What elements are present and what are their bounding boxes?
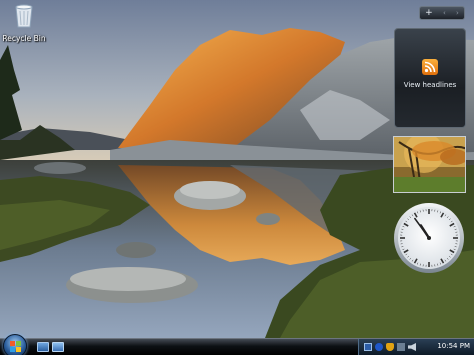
volume-icon[interactable] [408,343,416,351]
taskbar: 10:54 PM [0,334,474,355]
slideshow-image [394,137,465,192]
language-icon[interactable] [364,343,372,351]
desktop-icon-recycle-bin[interactable]: Recycle Bin [2,2,46,43]
add-gadget-button[interactable]: + [425,8,433,18]
clock-center [427,236,431,240]
notification-area: 10:54 PM [358,339,474,355]
sidebar-controls: + ‹ › [419,6,465,20]
view-headlines-link[interactable]: View headlines [395,81,465,89]
taskbar-clock[interactable]: 10:54 PM [437,342,470,350]
clock-gadget[interactable] [393,202,465,274]
switch-windows-icon[interactable] [52,342,64,352]
security-shield-icon[interactable] [386,343,394,351]
start-button[interactable] [3,334,27,355]
desktop-icon-label: Recycle Bin [2,34,46,43]
feed-headlines-gadget[interactable]: View headlines [394,28,466,128]
show-desktop-icon[interactable] [37,342,49,352]
recycle-bin-icon [15,4,33,28]
next-page-button[interactable]: › [456,8,459,18]
windows-logo-icon [10,341,21,352]
network-icon[interactable] [397,343,405,351]
rss-icon [422,59,438,75]
slideshow-gadget[interactable] [393,136,466,193]
bluetooth-icon[interactable] [375,343,383,351]
previous-page-button[interactable]: ‹ [443,8,446,18]
